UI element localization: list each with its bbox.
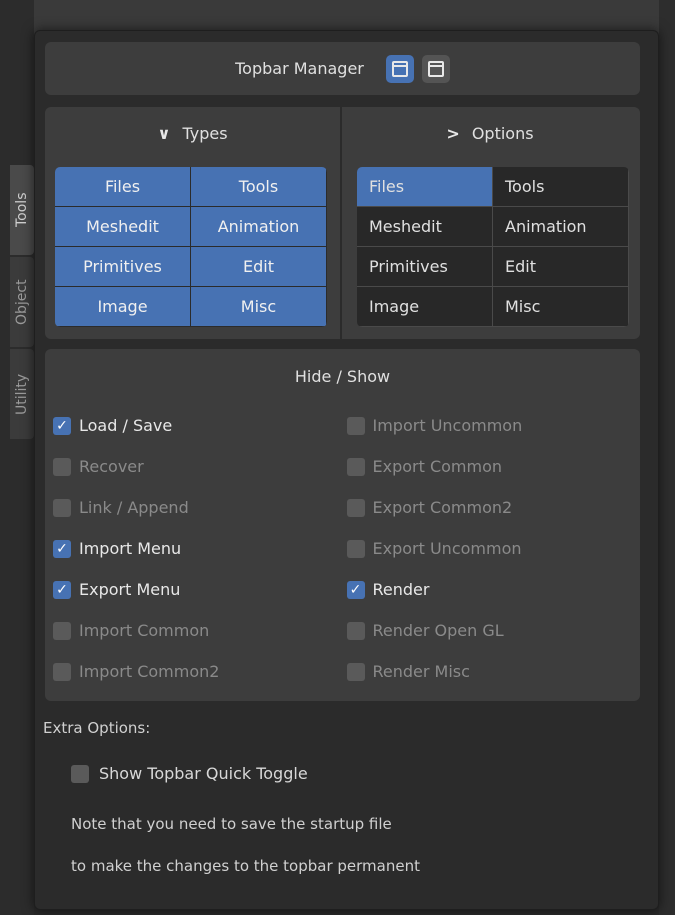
checkbox-unchecked[interactable] bbox=[53, 498, 71, 517]
types-button-meshedit[interactable]: Meshedit bbox=[55, 207, 191, 247]
option-label: Export Uncommon bbox=[372, 539, 522, 558]
option-label: Render Misc bbox=[372, 662, 470, 681]
checkbox-checked[interactable]: ✓ bbox=[53, 416, 71, 435]
types-button-primitives[interactable]: Primitives bbox=[55, 247, 191, 287]
background-sidebar bbox=[0, 0, 34, 915]
extra-options-title: Extra Options: bbox=[43, 719, 151, 737]
topbar-manager-popup: Topbar Manager ∨ Types Files Tools Meshe… bbox=[34, 30, 659, 910]
options-button-image[interactable]: Image bbox=[357, 287, 493, 327]
options-button-edit[interactable]: Edit bbox=[493, 247, 629, 287]
types-button-misc[interactable]: Misc bbox=[191, 287, 327, 327]
option-import-uncommon[interactable]: Import Uncommon bbox=[346, 405, 641, 446]
option-label: Export Common2 bbox=[372, 498, 513, 517]
types-heading: Types bbox=[182, 123, 228, 143]
side-tab-utility[interactable]: Utility bbox=[10, 349, 34, 439]
options-button-tools[interactable]: Tools bbox=[493, 167, 629, 207]
types-button-tools[interactable]: Tools bbox=[191, 167, 327, 207]
option-label: Import Menu bbox=[79, 539, 182, 558]
types-button-image[interactable]: Image bbox=[55, 287, 191, 327]
option-label: Export Menu bbox=[79, 580, 181, 599]
option-import-common2[interactable]: Import Common2 bbox=[53, 651, 347, 692]
options-button-files[interactable]: Files bbox=[357, 167, 493, 207]
quick-toggle-option[interactable]: Show Topbar Quick Toggle bbox=[71, 764, 308, 783]
option-link-append[interactable]: Link / Append bbox=[53, 487, 347, 528]
options-heading: Options bbox=[471, 123, 534, 143]
side-tab-object[interactable]: Object bbox=[10, 257, 34, 347]
options-button-meshedit[interactable]: Meshedit bbox=[357, 207, 493, 247]
option-label: Render bbox=[372, 580, 430, 599]
option-label: Import Uncommon bbox=[372, 416, 523, 435]
quick-toggle-label: Show Topbar Quick Toggle bbox=[99, 764, 308, 783]
option-label: Export Common bbox=[372, 457, 503, 476]
options-button-primitives[interactable]: Primitives bbox=[357, 247, 493, 287]
checkbox-unchecked[interactable] bbox=[53, 621, 71, 640]
side-tab-tools[interactable]: Tools bbox=[10, 165, 34, 255]
checkbox-unchecked[interactable] bbox=[53, 662, 71, 681]
checkbox-unchecked[interactable] bbox=[346, 457, 365, 476]
hide-show-title: Hide / Show bbox=[294, 367, 391, 386]
types-button-edit[interactable]: Edit bbox=[191, 247, 327, 287]
hide-show-panel: Hide / Show ✓ Load / Save Recover Link / Ap… bbox=[45, 349, 640, 701]
types-button-grid: Files Tools Meshedit Animation Primitive… bbox=[55, 167, 327, 327]
background-edge bbox=[659, 0, 675, 915]
hide-show-left-column: ✓ Load / Save Recover Link / Append ✓ Import … bbox=[53, 405, 347, 692]
note-line-2: to make the changes to the topbar perman… bbox=[71, 857, 420, 875]
checkbox-checked[interactable]: ✓ bbox=[53, 539, 71, 558]
option-import-common[interactable]: Import Common bbox=[53, 610, 347, 651]
option-label: Link / Append bbox=[79, 498, 189, 517]
option-label: Render Open GL bbox=[372, 621, 504, 640]
side-tabs: Tools Object Utility bbox=[10, 165, 34, 441]
note-line-1: Note that you need to save the startup f… bbox=[71, 815, 392, 833]
option-label: Import Common2 bbox=[79, 662, 220, 681]
quick-toggle-checkbox[interactable] bbox=[71, 764, 89, 783]
types-options-panel: ∨ Types Files Tools Meshedit Animation P… bbox=[45, 107, 640, 339]
chevron-down-icon: ∨ bbox=[157, 123, 171, 143]
types-header[interactable]: ∨ Types bbox=[45, 107, 340, 159]
option-render-misc[interactable]: Render Misc bbox=[346, 651, 641, 692]
option-recover[interactable]: Recover bbox=[53, 446, 347, 487]
option-render[interactable]: ✓ Render bbox=[346, 569, 641, 610]
option-import-menu[interactable]: ✓ Import Menu bbox=[53, 528, 347, 569]
checkbox-unchecked[interactable] bbox=[346, 539, 365, 558]
option-load-save[interactable]: ✓ Load / Save bbox=[53, 405, 347, 446]
option-export-common[interactable]: Export Common bbox=[346, 446, 641, 487]
types-button-files[interactable]: Files bbox=[55, 167, 191, 207]
checkbox-unchecked[interactable] bbox=[346, 621, 365, 640]
option-label: Import Common bbox=[79, 621, 210, 640]
option-render-open-gl[interactable]: Render Open GL bbox=[346, 610, 641, 651]
options-button-animation[interactable]: Animation bbox=[493, 207, 629, 247]
option-label: Load / Save bbox=[79, 416, 173, 435]
page-title: Topbar Manager bbox=[235, 59, 364, 78]
options-button-misc[interactable]: Misc bbox=[493, 287, 629, 327]
header-bar: Topbar Manager bbox=[45, 42, 640, 95]
options-header[interactable]: > Options bbox=[342, 107, 638, 159]
window-icon[interactable] bbox=[385, 54, 414, 83]
option-export-common2[interactable]: Export Common2 bbox=[346, 487, 641, 528]
checkbox-unchecked[interactable] bbox=[53, 457, 71, 476]
types-section: ∨ Types Files Tools Meshedit Animation P… bbox=[45, 107, 342, 339]
checkbox-unchecked[interactable] bbox=[346, 662, 365, 681]
hide-show-right-column: Import Uncommon Export Common Export Commo… bbox=[346, 405, 641, 692]
chevron-right-icon: > bbox=[446, 123, 460, 143]
checkbox-unchecked[interactable] bbox=[346, 416, 365, 435]
checkbox-unchecked[interactable] bbox=[346, 498, 365, 517]
checkbox-checked[interactable]: ✓ bbox=[346, 580, 365, 599]
options-button-grid: Files Tools Meshedit Animation Primitive… bbox=[357, 167, 629, 327]
checkbox-checked[interactable]: ✓ bbox=[53, 580, 71, 599]
option-export-menu[interactable]: ✓ Export Menu bbox=[53, 569, 347, 610]
types-button-animation[interactable]: Animation bbox=[191, 207, 327, 247]
option-label: Recover bbox=[79, 457, 144, 476]
options-section: > Options Files Tools Meshedit Animation… bbox=[342, 107, 638, 339]
options-panel-icon[interactable] bbox=[421, 54, 450, 83]
option-export-uncommon[interactable]: Export Uncommon bbox=[346, 528, 641, 569]
